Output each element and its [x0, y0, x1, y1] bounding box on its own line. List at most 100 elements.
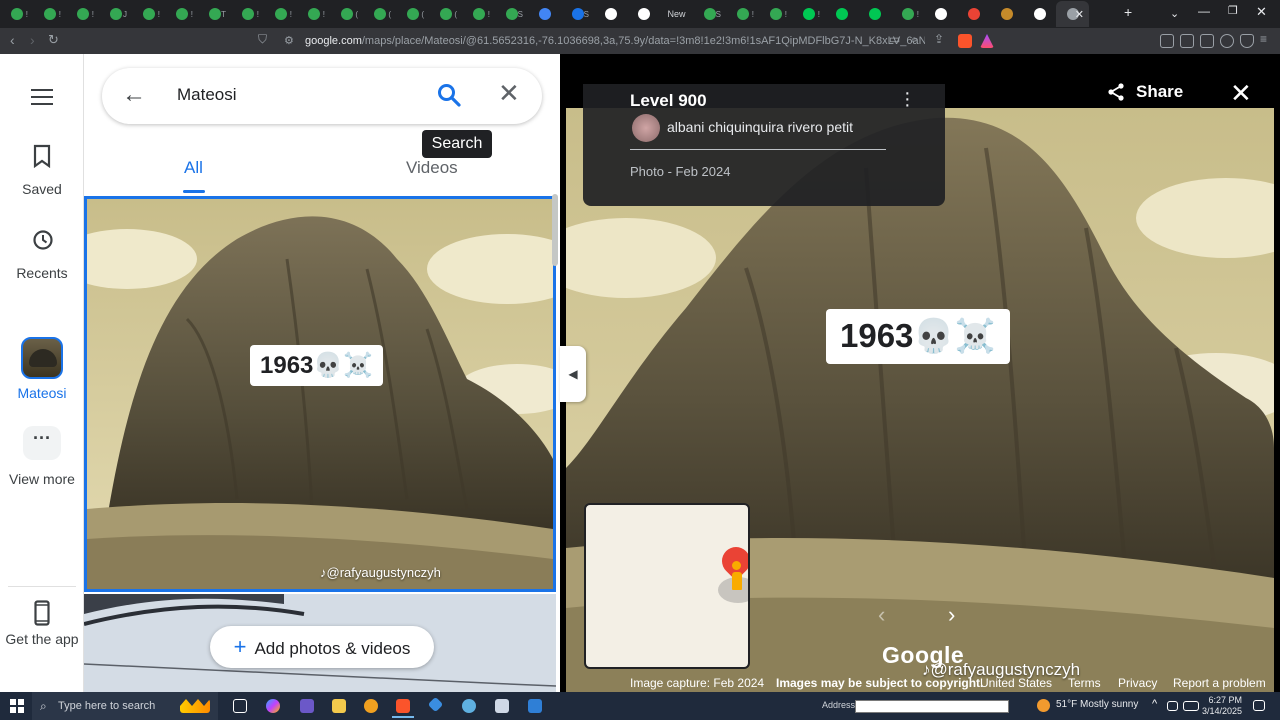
rewards-icon[interactable] [980, 34, 994, 48]
copilot-icon[interactable] [266, 699, 280, 713]
minimize-window-icon[interactable]: — [1198, 4, 1210, 18]
browser-tab[interactable]: ( [396, 1, 429, 27]
close-window-icon[interactable]: ✕ [1256, 4, 1267, 20]
tab-search-chevron-icon[interactable]: ⌄ [1170, 7, 1179, 20]
task-view-icon[interactable] [233, 699, 247, 713]
restore-window-icon[interactable]: ❐ [1228, 4, 1238, 17]
browser-tab[interactable]: J [99, 1, 132, 27]
app-icon-globe[interactable] [462, 699, 476, 713]
close-viewer-icon[interactable]: ✕ [1230, 78, 1252, 109]
screen-cast-icon[interactable]: ▭ [889, 32, 900, 46]
browser-tab[interactable]: ! [759, 1, 792, 27]
app-icon-orange[interactable] [364, 699, 378, 713]
app-icon-purple[interactable] [300, 699, 314, 713]
saved-button[interactable]: Saved [0, 144, 84, 197]
author-name[interactable]: albani chiquinquira rivero petit [667, 119, 853, 135]
reload-icon[interactable]: ↻ [48, 32, 59, 48]
browser-menu-icon[interactable]: ≡ [1260, 32, 1267, 46]
tray-overflow-icon[interactable]: ^ [1152, 698, 1157, 710]
browser-tab[interactable] [990, 1, 1023, 27]
browser-tab[interactable] [957, 1, 990, 27]
bookmark-icon[interactable]: ⛉ [258, 32, 267, 47]
system-clock[interactable]: 6:27 PM 3/14/2025 [1200, 695, 1242, 717]
browser-tab[interactable] [1023, 1, 1056, 27]
get-the-app-button[interactable]: Get the app [0, 600, 84, 649]
vpn-shield-icon[interactable] [1240, 34, 1254, 48]
tray-app-icon[interactable] [1167, 701, 1178, 711]
pegman-icon[interactable] [732, 561, 742, 591]
browser-tab[interactable]: S [495, 1, 528, 27]
recent-place-mateosi[interactable]: Mateosi [0, 337, 84, 401]
browser-tab[interactable]: ! [462, 1, 495, 27]
zoom-icon[interactable]: ⌕ [911, 32, 918, 47]
wallet-icon[interactable] [1200, 34, 1214, 48]
browser-tab[interactable]: ! [231, 1, 264, 27]
app-icon-window[interactable] [495, 699, 509, 713]
address-toolbar-input[interactable] [855, 700, 1009, 713]
tab-videos[interactable]: Videos [406, 158, 458, 178]
leo-ai-icon[interactable] [1220, 34, 1234, 48]
browser-tab[interactable]: ! [297, 1, 330, 27]
app-icon-monitor[interactable] [528, 699, 542, 713]
browser-tab[interactable]: ! [891, 1, 924, 27]
browser-tab[interactable] [825, 1, 858, 27]
browser-tab[interactable] [858, 1, 891, 27]
browser-tab[interactable]: ! [264, 1, 297, 27]
app-icon-blue[interactable] [427, 696, 444, 713]
windows-start-icon[interactable] [10, 699, 24, 713]
browser-tab[interactable]: T [198, 1, 231, 27]
browser-tab[interactable]: ✕ [1056, 1, 1089, 27]
extensions-icon[interactable] [1160, 34, 1174, 48]
browser-tab[interactable]: ! [792, 1, 825, 27]
browser-tab[interactable]: ! [165, 1, 198, 27]
notifications-icon[interactable] [1253, 700, 1265, 711]
new-tab-button[interactable]: + [1124, 4, 1132, 20]
browser-tab[interactable] [594, 1, 627, 27]
browser-tab[interactable]: ( [330, 1, 363, 27]
site-info-icon[interactable]: ⚙ [284, 34, 294, 47]
browser-tab[interactable] [924, 1, 957, 27]
browser-tab[interactable]: ! [132, 1, 165, 27]
recents-button[interactable]: Recents [0, 228, 84, 281]
brave-browser-icon[interactable] [396, 699, 410, 713]
share-button[interactable]: Share [1106, 82, 1183, 102]
menu-hamburger-icon[interactable] [31, 89, 53, 110]
share-page-icon[interactable]: ⇪ [934, 32, 944, 46]
collapse-panel-button[interactable]: ◀ [560, 346, 586, 402]
tab-all[interactable]: All [184, 158, 203, 178]
search-input[interactable]: Mateosi [177, 85, 237, 105]
file-explorer-icon[interactable] [332, 699, 346, 713]
panel-scrollbar[interactable] [552, 194, 558, 266]
browser-tab[interactable]: ( [363, 1, 396, 27]
keyboard-icon[interactable] [1183, 701, 1199, 711]
browser-tab[interactable]: New [660, 1, 693, 27]
terms-link[interactable]: Terms [1068, 676, 1101, 690]
sidebar-icon[interactable] [1180, 34, 1194, 48]
more-vert-icon[interactable]: · · · [904, 83, 912, 115]
mini-map[interactable] [584, 503, 750, 669]
country-link[interactable]: United States [980, 676, 1052, 690]
browser-tab[interactable]: S [561, 1, 594, 27]
add-photos-videos-button[interactable]: + Add photos & videos [210, 626, 434, 668]
brave-shield-icon[interactable] [958, 34, 972, 48]
browser-tab[interactable]: S [693, 1, 726, 27]
browser-tab[interactable]: ! [0, 1, 33, 27]
close-tab-icon[interactable]: ✕ [1075, 8, 1084, 21]
previous-photo-icon[interactable]: ‹ [878, 602, 885, 628]
browser-tab[interactable] [528, 1, 561, 27]
report-problem-link[interactable]: Report a problem [1173, 676, 1266, 690]
author-avatar[interactable] [632, 114, 660, 142]
browser-tab[interactable]: ( [429, 1, 462, 27]
forward-arrow-icon[interactable]: › [30, 32, 35, 48]
browser-tab[interactable]: ! [66, 1, 99, 27]
weather-widget[interactable]: 51°F Mostly sunny [1056, 699, 1138, 710]
privacy-link[interactable]: Privacy [1118, 676, 1157, 690]
browser-tab[interactable]: ! [33, 1, 66, 27]
browser-tab[interactable] [627, 1, 660, 27]
next-photo-icon[interactable]: › [948, 602, 955, 628]
browser-tab[interactable]: ! [726, 1, 759, 27]
address-field[interactable]: google.com/maps/place/Mateosi/@61.565231… [305, 31, 925, 51]
photo-thumbnail-selected[interactable]: 1963💀☠️ ♪@rafyaugustynczyh [84, 196, 556, 592]
search-icon[interactable] [436, 82, 462, 113]
back-arrow-icon[interactable]: ← [122, 81, 146, 109]
